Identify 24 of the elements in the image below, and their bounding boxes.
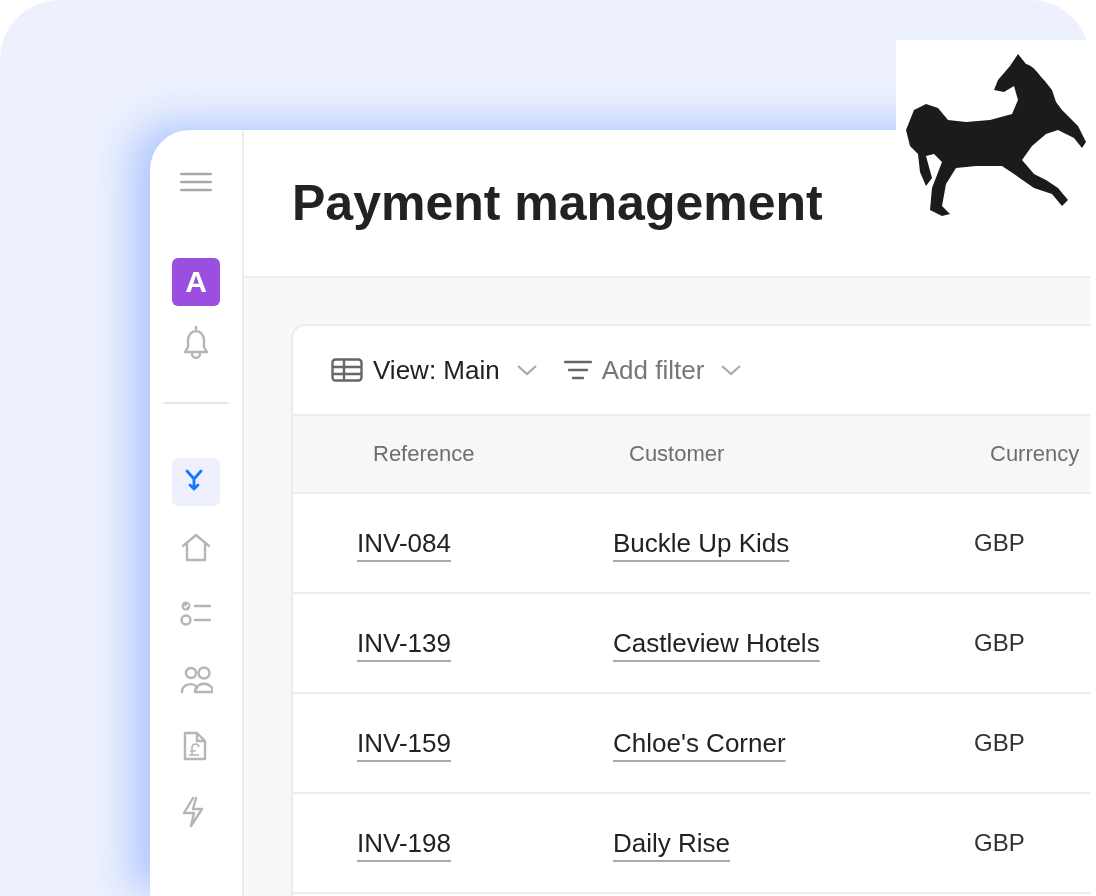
- reference-link[interactable]: INV-198: [357, 827, 451, 858]
- reference-link[interactable]: INV-159: [357, 727, 451, 758]
- filter-icon: [563, 360, 592, 380]
- menu-icon[interactable]: [180, 172, 212, 192]
- column-header: Currency: [990, 441, 1081, 467]
- currency-cell: GBP: [974, 529, 1025, 556]
- column-header: Customer: [629, 441, 726, 467]
- table-icon: [331, 358, 363, 382]
- chevron-down-icon: [720, 364, 743, 376]
- customer-link[interactable]: Daily Rise: [613, 827, 731, 858]
- currency-cell: GBP: [974, 629, 1025, 656]
- column-header: Reference: [373, 441, 476, 467]
- view-dropdown[interactable]: View: Main: [331, 354, 538, 386]
- currency-cell: GBP: [974, 729, 1025, 756]
- customer-link[interactable]: Buckle Up Kids: [613, 527, 790, 558]
- reference-link[interactable]: INV-084: [357, 527, 451, 558]
- customer-link[interactable]: Castleview Hotels: [613, 627, 820, 658]
- page-title: Payment management: [292, 174, 823, 232]
- customer-link[interactable]: Chloe's Corner: [613, 727, 786, 758]
- chevron-down-icon: [515, 364, 538, 376]
- currency-cell: GBP: [974, 829, 1025, 856]
- reference-link[interactable]: INV-139: [357, 627, 451, 658]
- filter-dropdown[interactable]: Add filter: [563, 354, 743, 386]
- avatar[interactable]: A: [172, 258, 220, 306]
